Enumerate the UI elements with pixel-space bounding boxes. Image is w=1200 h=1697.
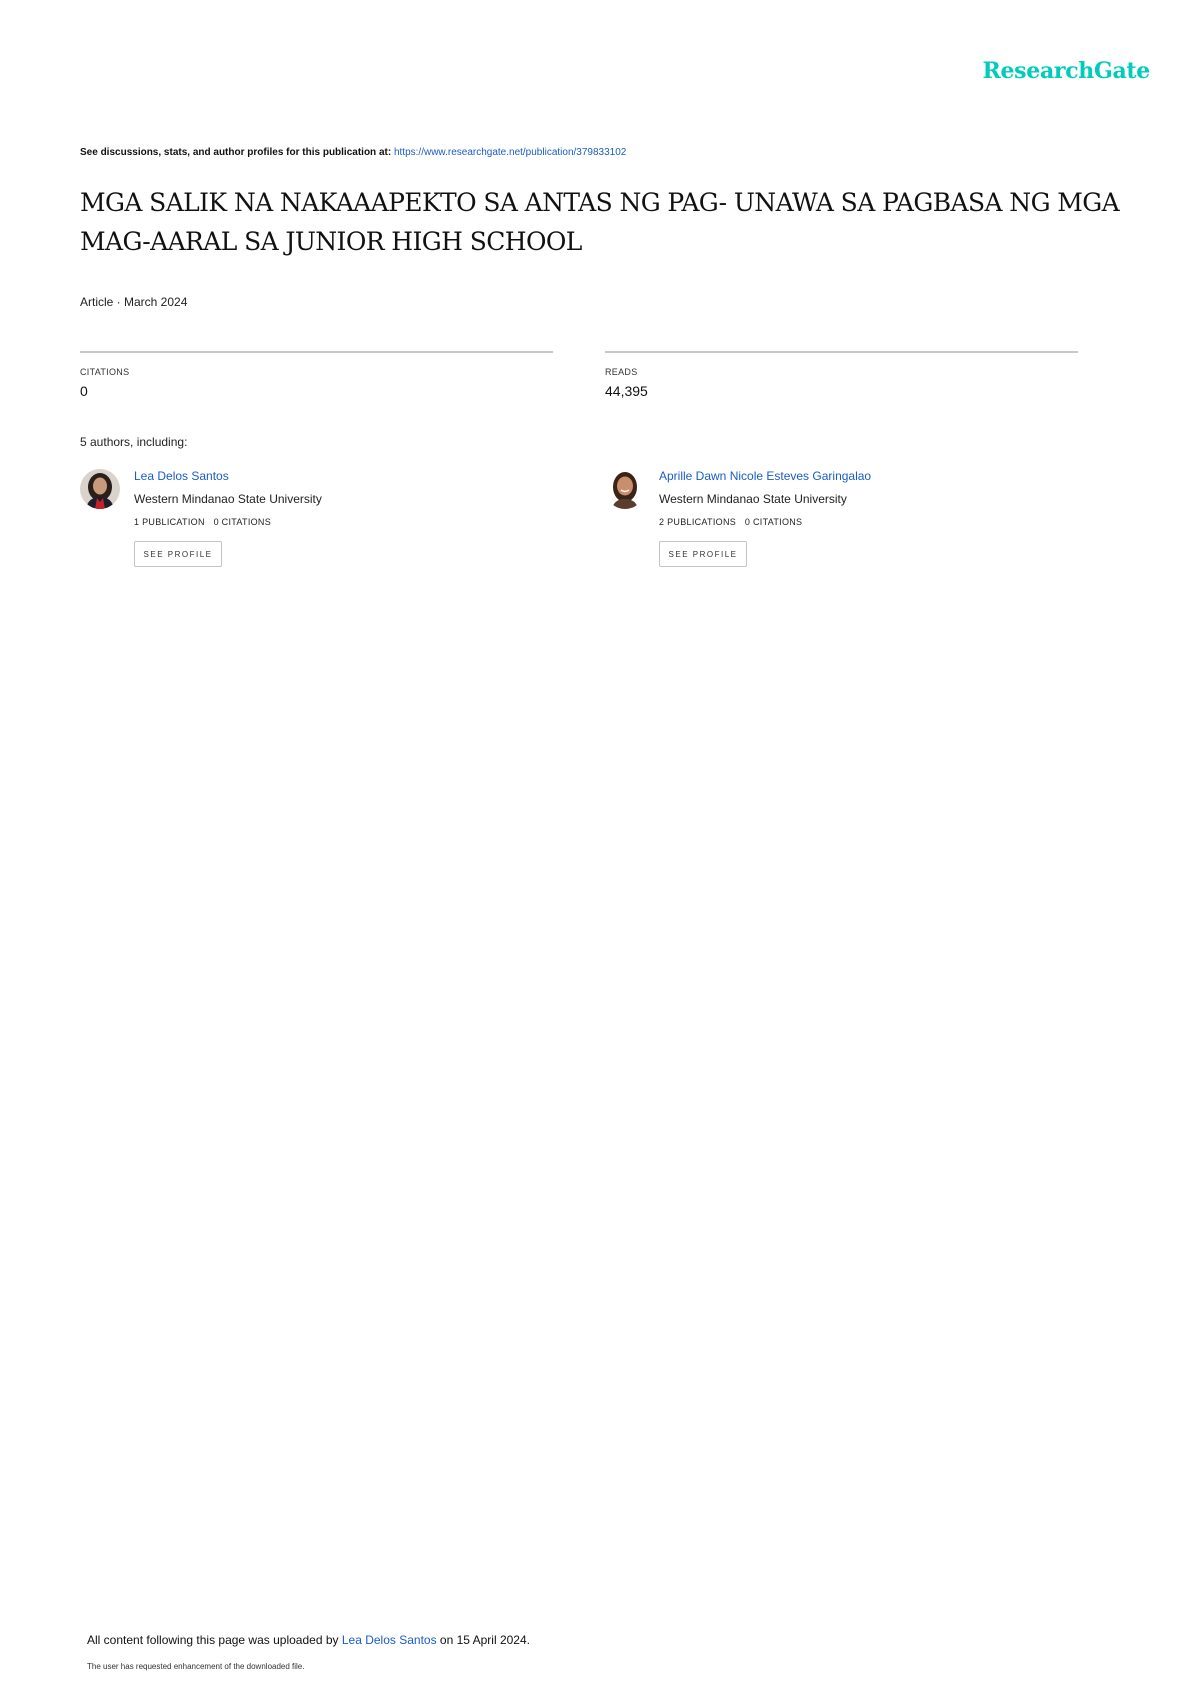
citations-value: 0 — [80, 383, 88, 399]
article-title: MGA SALIK NA NAKAAAPEKTO SA ANTAS NG PAG… — [80, 188, 1120, 256]
reads-label: READS — [605, 367, 638, 377]
upload-prefix: All content following this page was uplo… — [87, 1633, 342, 1647]
author-affiliation: Western Mindanao State University — [659, 492, 847, 506]
author-info: Lea Delos Santos Western Mindanao State … — [134, 469, 322, 567]
upload-suffix: on 15 April 2024. — [436, 1633, 530, 1647]
discussion-prefix: See discussions, stats, and author profi… — [80, 147, 394, 158]
author-card: Lea Delos Santos Western Mindanao State … — [80, 469, 560, 574]
author-affiliation: Western Mindanao State University — [134, 492, 322, 506]
discussion-line: See discussions, stats, and author profi… — [80, 147, 626, 158]
author-card: Aprille Dawn Nicole Esteves Garingalao W… — [605, 469, 1085, 574]
author-name-link[interactable]: Aprille Dawn Nicole Esteves Garingalao — [659, 469, 871, 483]
citations-label: CITATIONS — [80, 367, 130, 377]
author-avatar[interactable] — [605, 469, 645, 509]
authors-heading: 5 authors, including: — [80, 435, 188, 449]
publication-link[interactable]: https://www.researchgate.net/publication… — [394, 147, 626, 158]
reads-stat: READS 44,395 — [605, 351, 1078, 399]
author-citations: 0 CITATIONS — [744, 517, 803, 527]
upload-line: All content following this page was uplo… — [87, 1633, 530, 1647]
author-publications: 1 PUBLICATION — [134, 517, 205, 527]
footer-note: The user has requested enhancement of th… — [87, 1662, 305, 1671]
reads-value: 44,395 — [605, 383, 648, 399]
see-profile-button[interactable]: SEE PROFILE — [134, 541, 222, 567]
author-stats: 1 PUBLICATION 0 CITATIONS — [134, 517, 322, 527]
author-stats: 2 PUBLICATIONS 0 CITATIONS — [659, 517, 871, 527]
researchgate-logo[interactable]: ResearchGate — [940, 58, 1150, 84]
author-publications: 2 PUBLICATIONS — [659, 517, 737, 527]
author-info: Aprille Dawn Nicole Esteves Garingalao W… — [659, 469, 871, 567]
see-profile-button[interactable]: SEE PROFILE — [659, 541, 747, 567]
article-meta: Article · March 2024 — [80, 295, 188, 309]
citations-stat: CITATIONS 0 — [80, 351, 553, 399]
author-avatar[interactable] — [80, 469, 120, 509]
author-citations: 0 CITATIONS — [213, 517, 272, 527]
author-name-link[interactable]: Lea Delos Santos — [134, 469, 322, 483]
uploader-link[interactable]: Lea Delos Santos — [342, 1633, 437, 1647]
